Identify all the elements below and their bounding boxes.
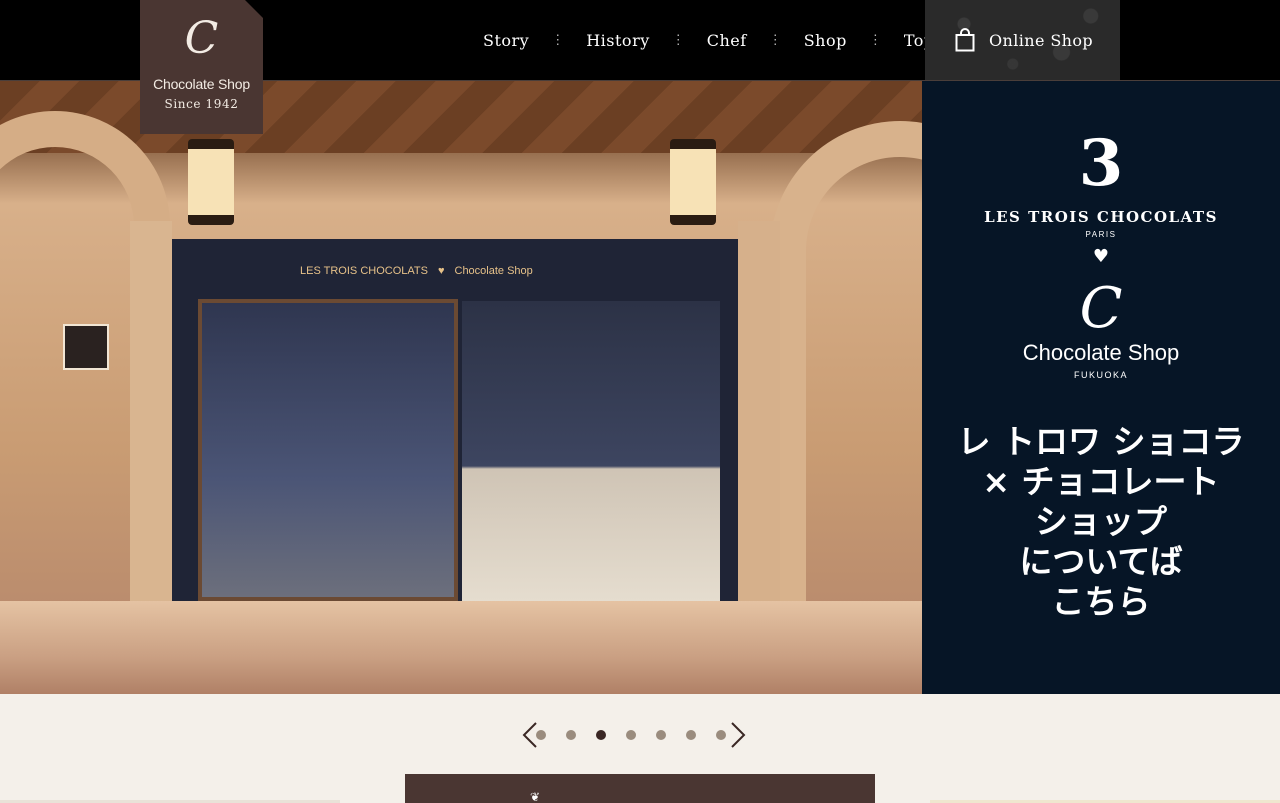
wall-sign — [63, 324, 109, 370]
store-sign-left: LES TROIS CHOCOLATS — [300, 265, 428, 277]
slider-dot[interactable] — [536, 730, 546, 740]
hero-copy: レ トロワ ショコラ × チョコレート ショップ についてば こちら — [922, 422, 1280, 622]
pillar-right — [738, 221, 780, 621]
brand-city-paris: PARIS — [1085, 230, 1117, 239]
hero-copy-line: についてば — [1019, 542, 1183, 581]
hero-copy-line: ショップ — [1035, 502, 1167, 541]
site-logo[interactable]: C Chocolate Shop Since 1942 — [140, 0, 263, 134]
hero-copy-line: × チョコレート — [982, 462, 1220, 501]
shop-interior — [462, 301, 720, 601]
heart-icon: ♥ — [437, 265, 445, 277]
hero-brand-panel[interactable]: 3 LES TROIS CHOCOLATS PARIS ♥ C Chocolat… — [922, 81, 1280, 694]
hero-copy-line: こちら — [1051, 582, 1151, 621]
slider-controls — [522, 720, 746, 750]
brand-name-chocolate-shop: Chocolate Shop — [1022, 340, 1180, 365]
slider-dot[interactable] — [716, 730, 726, 740]
logo-name: Chocolate Shop — [153, 76, 250, 92]
slider-dot[interactable] — [626, 730, 636, 740]
glass-window — [198, 299, 458, 601]
next-section-banner — [405, 774, 875, 803]
nav-separator: ⋮ — [868, 32, 882, 48]
nav-separator: ⋮ — [551, 32, 565, 48]
main-nav: Story ⋮ History ⋮ Chef ⋮ Shop ⋮ Topic — [483, 0, 950, 80]
logo-mark: C — [184, 13, 219, 64]
next-section-mark: ❦ — [530, 792, 541, 803]
brand-c-mark: C — [1079, 276, 1123, 341]
logo-since: Since 1942 — [164, 97, 239, 111]
brand-city-fukuoka: FUKUOKA — [1073, 370, 1128, 380]
store-sign: LES TROIS CHOCOLATS ♥ Chocolate Shop — [300, 259, 620, 283]
hero-storefront-photo: LES TROIS CHOCOLATS ♥ Chocolate Shop — [0, 81, 922, 694]
lantern-left — [188, 139, 234, 225]
pillar-left — [130, 221, 172, 621]
tiled-floor — [0, 601, 922, 694]
brand-number-mark: 3 — [1078, 126, 1124, 201]
slider-dots — [536, 730, 730, 740]
brand-name-trois: LES TROIS CHOCOLATS — [984, 208, 1218, 226]
wood-ceiling — [0, 81, 922, 153]
shopping-bag-icon — [955, 28, 975, 52]
online-shop-label: Online Shop — [989, 30, 1094, 50]
nav-item-history[interactable]: History — [586, 31, 650, 50]
lantern-right — [670, 139, 716, 225]
heart-icon: ♥ — [1092, 246, 1110, 267]
online-shop-button[interactable]: Online Shop — [925, 0, 1120, 80]
slider-dot[interactable] — [656, 730, 666, 740]
slider-dot[interactable] — [566, 730, 576, 740]
nav-item-shop[interactable]: Shop — [804, 31, 847, 50]
slider-dot[interactable] — [686, 730, 696, 740]
nav-item-chef[interactable]: Chef — [707, 31, 747, 50]
nav-item-story[interactable]: Story — [483, 31, 529, 50]
chevron-right-icon[interactable] — [730, 721, 746, 749]
slider-dot[interactable] — [596, 730, 606, 740]
hero-copy-line: レ トロワ ショコラ — [957, 422, 1245, 461]
store-sign-right: Chocolate Shop — [454, 265, 533, 277]
nav-separator: ⋮ — [768, 32, 782, 48]
nav-separator: ⋮ — [671, 32, 685, 48]
